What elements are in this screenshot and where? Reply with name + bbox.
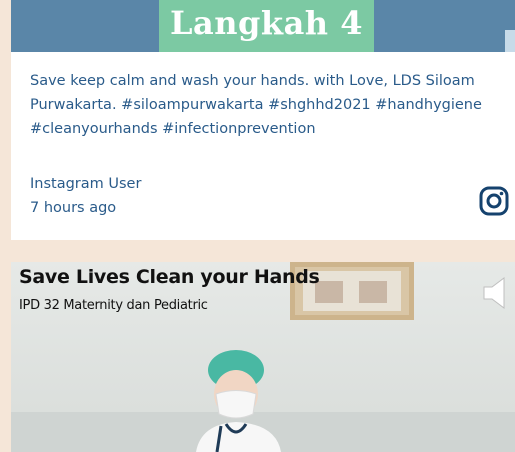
banner-text: Langkah 4: [170, 4, 363, 42]
video-title: Save Lives Clean your Hands: [19, 266, 320, 288]
instagram-icon[interactable]: [478, 185, 510, 217]
post-card[interactable]: Langkah 4 Save keep calm and wash your h…: [11, 0, 515, 240]
social-feed: Langkah 4 Save keep calm and wash your h…: [0, 0, 515, 452]
video-subtitle: IPD 32 Maternity dan Pediatric: [19, 298, 208, 313]
post-media[interactable]: Langkah 4: [11, 0, 515, 52]
step-banner: Langkah 4: [159, 0, 374, 52]
volume-icon[interactable]: [482, 276, 508, 310]
post-timestamp: 7 hours ago: [30, 200, 117, 216]
media-edge: [505, 30, 515, 52]
video-card[interactable]: Save Lives Clean your Hands IPD 32 Mater…: [11, 262, 515, 452]
post-author[interactable]: Instagram User: [30, 176, 141, 192]
post-caption: Save keep calm and wash your hands. with…: [30, 73, 482, 137]
nurse-figure: [196, 350, 281, 452]
frame-photo: [359, 281, 387, 303]
